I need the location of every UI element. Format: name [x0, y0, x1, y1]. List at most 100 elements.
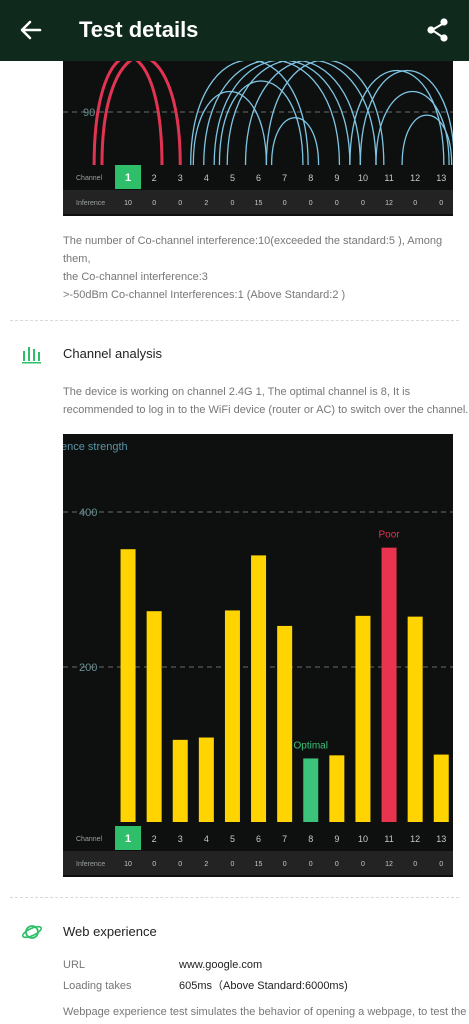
own-channel-arc	[100, 61, 182, 166]
y-tick-label: 200	[79, 662, 97, 674]
channel-tick: 7	[282, 173, 287, 183]
interference-line: The number of Co-channel interference:10…	[63, 235, 443, 265]
inference-value: 0	[309, 200, 313, 207]
channel-tick: 1	[125, 833, 131, 845]
bar-channel-1	[120, 549, 136, 822]
section-divider	[10, 897, 459, 898]
y-tick-label: 90	[83, 107, 95, 119]
channel-row-label: Channel	[76, 175, 103, 182]
inference-value: 0	[152, 200, 156, 207]
poor-label: Poor	[378, 530, 400, 541]
interference-line: the Co-channel interference:3	[63, 271, 208, 283]
inference-value: 0	[283, 861, 287, 868]
inference-row-label: Inference	[76, 861, 105, 868]
description-line: The device is working on channel 2.4G 1,…	[63, 386, 411, 398]
channel-tick: 9	[334, 834, 339, 844]
interference-chart: 90 Channel Inference 1 10 2 0 3 0 4 2 5 0 6 15 7 0 8 0 9 0 1…	[63, 61, 453, 216]
loading-value: 605ms（Above Standard:6000ms)	[179, 980, 348, 992]
inference-value: 0	[230, 200, 234, 207]
bar-channel-6	[251, 555, 267, 822]
inference-value: 0	[361, 200, 365, 207]
inference-value: 0	[361, 861, 365, 868]
inference-value: 0	[413, 200, 417, 207]
inference-value: 15	[255, 861, 263, 868]
inference-value: 0	[178, 200, 182, 207]
bar-channel-3	[172, 739, 188, 822]
inference-row-label: Inference	[76, 200, 105, 207]
bar-channel-13	[433, 754, 449, 822]
inference-value: 10	[124, 200, 132, 207]
co-channel-arc	[375, 91, 450, 166]
channel-tick: 5	[230, 173, 235, 183]
inference-value: 0	[439, 200, 443, 207]
url-label: URL	[63, 959, 86, 971]
channel-tick: 3	[178, 173, 183, 183]
channel-row-label: Channel	[76, 836, 103, 843]
inference-value: 2	[204, 200, 208, 207]
inference-value: 0	[178, 861, 182, 868]
bar-chart: ence strength 400200 OptimalPoor Channel…	[63, 441, 453, 875]
channel-tick: 6	[256, 834, 261, 844]
channel-tick: 11	[384, 173, 393, 183]
planet-icon	[22, 925, 42, 939]
channel-tick: 13	[436, 834, 446, 844]
inference-value: 0	[309, 861, 313, 868]
web-experience-title: Web experience	[63, 924, 157, 939]
inference-value: 10	[124, 861, 132, 868]
bar-channel-4	[198, 737, 214, 822]
co-channel-arc	[265, 61, 385, 166]
channel-tick: 13	[436, 173, 446, 183]
bar-chart-icon	[22, 347, 41, 364]
co-channel-arc	[226, 61, 361, 166]
channel-tick: 12	[410, 834, 420, 844]
y-tick-label: 400	[79, 507, 97, 519]
channel-tick: 8	[308, 834, 313, 844]
interference-strength-chart: ence strength 400 200 Optimal Poor Channel…	[63, 434, 453, 877]
channel-tick: 9	[334, 173, 339, 183]
share-icon[interactable]	[423, 15, 453, 45]
inference-value: 0	[230, 861, 234, 868]
channel-tick: 4	[204, 173, 209, 183]
loading-label: Loading takes	[63, 980, 132, 992]
channel-tick: 12	[410, 173, 420, 183]
channel-tick: 11	[384, 834, 393, 844]
inference-value: 12	[385, 861, 393, 868]
co-channel-arc	[190, 61, 309, 166]
bar-channel-2	[146, 611, 162, 822]
co-channel-arc	[203, 61, 341, 166]
inference-value: 0	[152, 861, 156, 868]
channel-tick: 2	[152, 834, 157, 844]
channel-tick: 7	[282, 834, 287, 844]
interference-line: >-50dBm Co-channel Interferences:1 (Abov…	[63, 289, 346, 301]
description-line: recommended to log in to the WiFi device…	[63, 404, 469, 416]
channel-analysis-description: The device is working on channel 2.4G 1,…	[63, 383, 468, 419]
page-title: Test details	[79, 17, 199, 42]
bar-channel-8	[303, 758, 319, 822]
optimal-label: Optimal	[294, 740, 328, 751]
channel-tick: 3	[178, 834, 183, 844]
channel-tick: 10	[358, 173, 368, 183]
inference-value: 0	[335, 861, 339, 868]
app-bar: Test details	[0, 0, 469, 61]
channel-tick: 1	[125, 172, 131, 184]
back-arrow-icon[interactable]	[16, 15, 46, 45]
inference-value: 12	[385, 200, 393, 207]
channel-tick: 5	[230, 834, 235, 844]
channel-tick: 10	[358, 834, 368, 844]
co-channel-arc	[270, 117, 320, 166]
bar-channel-10	[355, 615, 371, 822]
bar-channel-12	[407, 616, 423, 822]
url-value: www.google.com	[179, 959, 263, 971]
channel-analysis-title: Channel analysis	[63, 346, 163, 361]
interference-arcs: 90 ChannelInference110203042506157080901…	[63, 61, 453, 214]
inference-value: 15	[255, 200, 263, 207]
bar-channel-5	[224, 610, 240, 822]
own-channel-arc	[92, 61, 164, 166]
web-experience-description: Webpage experience test simulates the be…	[63, 1006, 467, 1018]
inference-value: 0	[283, 200, 287, 207]
channel-tick: 8	[308, 173, 313, 183]
inference-value: 0	[413, 861, 417, 868]
inference-value: 0	[335, 200, 339, 207]
inference-value: 0	[439, 861, 443, 868]
channel-tick: 2	[152, 173, 157, 183]
